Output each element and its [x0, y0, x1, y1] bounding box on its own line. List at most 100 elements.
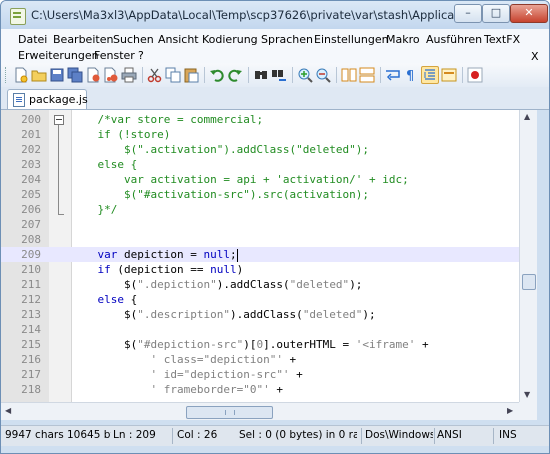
code-line[interactable]: 200 /*var store = commercial;	[1, 112, 519, 127]
line-code: $(".activation").addClass("deleted");	[71, 142, 369, 157]
save-icon[interactable]	[49, 67, 65, 83]
code-line[interactable]: 209 var depiction = null;	[1, 247, 519, 262]
menu-ausfuehren[interactable]: Ausführen	[426, 33, 482, 46]
code-line[interactable]: 218 ' frameborder="0"' +	[1, 382, 519, 397]
code-line[interactable]: 217 ' id="depiction-src"' +	[1, 367, 519, 382]
menu-bar: Datei Bearbeiten Suchen Ansicht Kodierun…	[1, 29, 549, 63]
code-token: ' id="depiction-src"'	[150, 368, 290, 381]
scrollbar-corner	[519, 402, 537, 420]
code-line[interactable]: 212 else {	[1, 292, 519, 307]
line-code: /*var store = commercial;	[71, 112, 264, 127]
code-line[interactable]: 216 ' class="depiction"' +	[1, 352, 519, 367]
copy-icon[interactable]	[165, 67, 181, 83]
horizontal-scrollbar[interactable]: ◀ ▶	[1, 402, 519, 420]
find-icon[interactable]	[253, 67, 269, 83]
vertical-scroll-thumb[interactable]	[522, 274, 536, 290]
code-token: null	[210, 263, 237, 276]
new-file-icon[interactable]	[13, 67, 29, 83]
menu-makro[interactable]: Makro	[386, 33, 420, 46]
maximize-button[interactable]: □	[482, 4, 510, 23]
menu-erweiterungen[interactable]: Erweiterungen	[18, 49, 99, 62]
tab-package-js[interactable]: package.js	[7, 89, 88, 109]
code-line[interactable]: 206 }*/	[1, 202, 519, 217]
show-all-chars-icon[interactable]: ¶	[403, 67, 419, 84]
code-line[interactable]: 204 var activation = api + 'activation/'…	[1, 172, 519, 187]
close-all-icon[interactable]	[103, 67, 119, 83]
menu-kodierung[interactable]: Kodierung	[202, 33, 258, 46]
paste-icon[interactable]	[183, 67, 199, 83]
code-line[interactable]: 207	[1, 217, 519, 232]
menu-einstellungen[interactable]: Einstellungen	[314, 33, 389, 46]
horizontal-scroll-thumb[interactable]	[186, 406, 273, 419]
code-line[interactable]: 208	[1, 232, 519, 247]
code-editor[interactable]: 200 /*var store = commercial; 201 if (!st…	[1, 110, 519, 402]
print-icon[interactable]	[121, 67, 137, 83]
sync-scroll-v-icon[interactable]	[341, 67, 357, 83]
code-token: depiction =	[117, 248, 204, 261]
code-token: $(	[71, 308, 138, 321]
close-icon[interactable]	[85, 67, 101, 83]
cut-icon[interactable]	[147, 67, 163, 83]
close-document-button[interactable]: X	[531, 50, 539, 63]
menu-ansicht[interactable]: Ansicht	[158, 33, 199, 46]
indent-guide-icon[interactable]	[421, 66, 439, 84]
code-token: if (!store)	[97, 128, 171, 141]
line-code: $("#depiction-src")[0].outerHTML = '<ifr…	[71, 337, 429, 352]
code-line[interactable]: 215 $("#depiction-src")[0].outerHTML = '…	[1, 337, 519, 352]
menu-help[interactable]: ?	[138, 49, 144, 62]
status-divider	[172, 428, 173, 444]
toolbar-grip[interactable]	[5, 67, 9, 83]
scroll-down-icon[interactable]: ▼	[524, 390, 530, 399]
code-token: else {	[97, 158, 138, 171]
line-number: 212	[21, 293, 41, 306]
code-line[interactable]: 205 $("#activation-src").src(activation)…	[1, 187, 519, 202]
open-file-icon[interactable]	[31, 67, 47, 83]
code-line[interactable]: 202 $(".activation").addClass("deleted")…	[1, 142, 519, 157]
menu-sprachen[interactable]: Sprachen	[261, 33, 313, 46]
menu-suchen[interactable]: Suchen	[113, 33, 154, 46]
zoom-in-icon[interactable]	[297, 67, 313, 83]
code-token: else	[97, 293, 125, 306]
scroll-right-icon[interactable]: ▶	[507, 406, 513, 415]
undo-icon[interactable]	[209, 67, 225, 83]
menu-textfx[interactable]: TextFX	[484, 33, 520, 46]
code-line[interactable]: 214	[1, 322, 519, 337]
line-number: 214	[21, 323, 41, 336]
close-button[interactable]: ✕	[510, 4, 548, 23]
record-macro-icon[interactable]	[467, 67, 483, 83]
text-cursor	[236, 248, 238, 262]
status-insert-mode[interactable]: INS	[499, 429, 539, 441]
code-token: +	[269, 383, 283, 396]
code-token: var activation = api + 'activation/' + i…	[123, 173, 409, 186]
menu-bearbeiten[interactable]: Bearbeiten	[53, 33, 113, 46]
save-all-icon[interactable]	[67, 67, 83, 83]
line-code: var depiction = null;	[71, 247, 238, 262]
scroll-left-icon[interactable]: ◀	[5, 406, 11, 415]
app-icon	[10, 8, 26, 25]
code-line[interactable]: 213 $(".description").addClass("deleted"…	[1, 307, 519, 322]
status-encoding[interactable]: ANSI	[437, 429, 487, 441]
line-code: else {	[71, 292, 138, 307]
replace-icon[interactable]	[271, 67, 287, 83]
redo-icon[interactable]	[227, 67, 243, 83]
status-eol-format[interactable]: Dos\Windows	[365, 429, 433, 441]
user-lang-icon[interactable]	[441, 67, 457, 83]
zoom-out-icon[interactable]	[315, 67, 331, 83]
scroll-up-icon[interactable]: ▲	[524, 112, 530, 121]
code-token: $(	[71, 278, 138, 291]
menu-datei[interactable]: Datei	[18, 33, 47, 46]
sync-scroll-h-icon[interactable]	[359, 67, 375, 83]
minimize-button[interactable]: –	[454, 4, 482, 23]
menu-fenster[interactable]: Fenster	[94, 49, 135, 62]
code-line[interactable]: 203 else {	[1, 157, 519, 172]
title-bar[interactable]: C:\Users\Ma3xl3\AppData\Local\Temp\scp37…	[1, 1, 549, 29]
code-line[interactable]: 211 $(".depiction").addClass("deleted");	[1, 277, 519, 292]
code-line[interactable]: 201 if (!store)	[1, 127, 519, 142]
toolbar-separator	[248, 67, 249, 83]
word-wrap-icon[interactable]	[385, 67, 401, 83]
code-line[interactable]: 210 if (depiction == null)	[1, 262, 519, 277]
vertical-scrollbar[interactable]: ▲ ▼	[519, 110, 537, 402]
